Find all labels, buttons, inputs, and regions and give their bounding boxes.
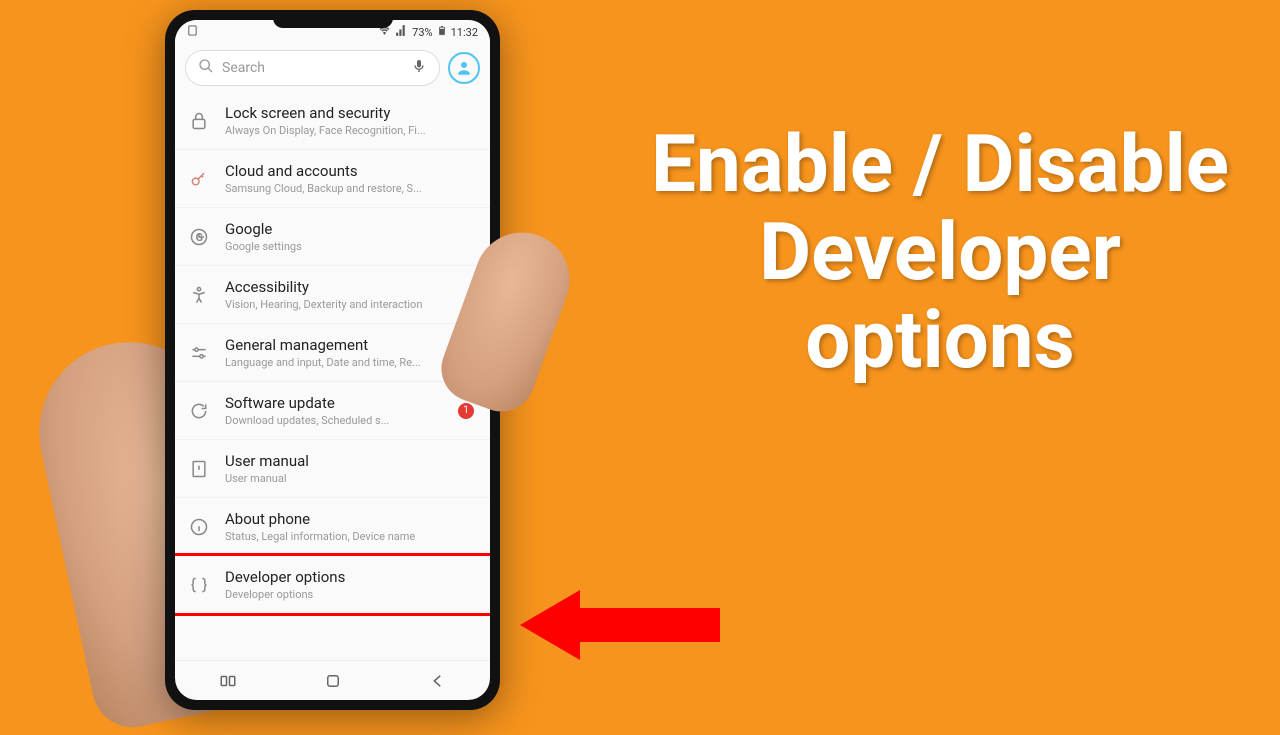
notification-icon — [187, 25, 198, 39]
setting-text: Google Google settings — [225, 220, 474, 253]
setting-item-developer-options[interactable]: Developer options Developer options — [175, 553, 490, 616]
home-button[interactable] — [313, 661, 353, 701]
update-badge: 1 — [458, 403, 474, 419]
back-button[interactable] — [418, 661, 458, 701]
setting-title: Accessibility — [225, 278, 474, 296]
info-icon — [187, 515, 211, 539]
setting-item-google[interactable]: G Google Google settings — [175, 208, 490, 266]
sensor-cutout — [273, 12, 393, 28]
navigation-bar — [175, 660, 490, 700]
setting-text: User manual User manual — [225, 452, 474, 485]
setting-title: General management — [225, 336, 474, 354]
profile-button[interactable] — [448, 52, 480, 84]
setting-text: Developer options Developer options — [225, 568, 474, 601]
clock-text: 11:32 — [451, 26, 478, 39]
search-bar: Search — [175, 44, 490, 92]
overlay-title: Enable / Disable Developer options — [640, 120, 1240, 384]
setting-subtitle: User manual — [225, 472, 474, 485]
setting-subtitle: Samsung Cloud, Backup and restore, S... — [225, 182, 474, 195]
setting-title: About phone — [225, 510, 474, 528]
refresh-icon — [187, 399, 211, 423]
setting-subtitle: Always On Display, Face Recognition, Fi.… — [225, 124, 474, 137]
setting-item-cloud-and-accounts[interactable]: Cloud and accounts Samsung Cloud, Backup … — [175, 150, 490, 208]
setting-title: Google — [225, 220, 474, 238]
setting-item-software-update[interactable]: Software update Download updates, Schedul… — [175, 382, 490, 440]
search-input[interactable]: Search — [185, 50, 440, 86]
key-icon — [187, 167, 211, 191]
setting-text: Software update Download updates, Schedul… — [225, 394, 444, 427]
accessibility-icon — [187, 283, 211, 307]
setting-title: Lock screen and security — [225, 104, 474, 122]
setting-subtitle: Download updates, Scheduled s... — [225, 414, 444, 427]
red-arrow — [520, 580, 720, 670]
mic-icon[interactable] — [411, 58, 427, 78]
setting-title: Cloud and accounts — [225, 162, 474, 180]
svg-text:G: G — [196, 231, 203, 244]
setting-text: Lock screen and security Always On Displa… — [225, 104, 474, 137]
setting-subtitle: Vision, Hearing, Dexterity and interacti… — [225, 298, 474, 311]
setting-subtitle: Developer options — [225, 588, 474, 601]
search-icon — [198, 58, 214, 78]
setting-item-lock-screen-and-security[interactable]: Lock screen and security Always On Displa… — [175, 92, 490, 150]
setting-item-user-manual[interactable]: User manual User manual — [175, 440, 490, 498]
setting-subtitle: Status, Legal information, Device name — [225, 530, 474, 543]
setting-text: General management Language and input, Da… — [225, 336, 474, 369]
setting-text: Accessibility Vision, Hearing, Dexterity … — [225, 278, 474, 311]
sliders-icon — [187, 341, 211, 365]
overlay-line2: Developer — [640, 208, 1240, 296]
setting-item-accessibility[interactable]: Accessibility Vision, Hearing, Dexterity … — [175, 266, 490, 324]
battery-icon — [437, 24, 447, 40]
setting-subtitle: Language and input, Date and time, Re... — [225, 356, 474, 369]
setting-item-about-phone[interactable]: About phone Status, Legal information, De… — [175, 498, 490, 556]
search-placeholder: Search — [222, 60, 265, 76]
setting-title: User manual — [225, 452, 474, 470]
google-icon: G — [187, 225, 211, 249]
lock-icon — [187, 109, 211, 133]
signal-icon — [395, 24, 408, 40]
setting-title: Software update — [225, 394, 444, 412]
braces-icon — [187, 573, 211, 597]
setting-text: Cloud and accounts Samsung Cloud, Backup … — [225, 162, 474, 195]
setting-subtitle: Google settings — [225, 240, 474, 253]
manual-icon — [187, 457, 211, 481]
overlay-line1: Enable / Disable — [640, 120, 1240, 208]
setting-text: About phone Status, Legal information, De… — [225, 510, 474, 543]
setting-title: Developer options — [225, 568, 474, 586]
recents-button[interactable] — [208, 661, 248, 701]
overlay-line3: options — [640, 296, 1240, 384]
battery-text: 73% — [412, 26, 432, 39]
